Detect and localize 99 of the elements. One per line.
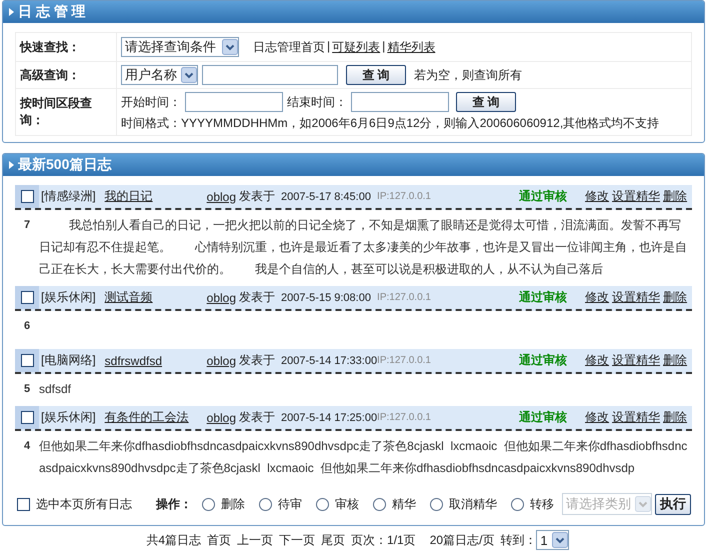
- log-title-link[interactable]: 有条件的工会法: [104, 410, 189, 424]
- radio-label: 转移: [530, 496, 554, 512]
- execute-button[interactable]: 执行: [655, 494, 691, 514]
- form-label: 快速查找：: [16, 32, 116, 62]
- log-number: 4: [22, 439, 32, 454]
- category-tag: [娱乐休闲]: [41, 289, 96, 306]
- pager-link[interactable]: 上一页: [237, 532, 274, 548]
- page-info: 页次：1/1页: [351, 532, 416, 548]
- status-label: 通过审核: [519, 289, 568, 306]
- pager-link[interactable]: 下一页: [279, 532, 316, 548]
- field-label: 开始时间：: [121, 94, 181, 110]
- action-link[interactable]: 删除: [663, 352, 688, 369]
- action-link[interactable]: 设置精华: [612, 188, 660, 205]
- radio-label: 删除: [221, 496, 245, 512]
- status-label: 通过审核: [519, 409, 568, 426]
- status-label: 通过审核: [519, 352, 568, 369]
- checkbox[interactable]: [20, 190, 34, 203]
- pager-link[interactable]: 首页: [207, 532, 232, 548]
- author-link[interactable]: oblog: [206, 354, 236, 368]
- action-link[interactable]: 修改: [585, 188, 610, 205]
- status-label: 通过审核: [519, 188, 568, 205]
- log-body-text: 我总怕别人看自己的日记，一把火把以前的日记全烧了，不知是烟熏了眼睛还是觉得太可惜，泪流满面。发誓不再写日记却有忍不住提起笔。 心情特别沉重，也许是最近看了太多凄美的少年故事，也许是又冒出一位诽闻主角，也许是自己正在长大，长大需要付出代价的。 我是个自信的人，甚至可以说是积极进取的人，从不认为自己落后: [39, 217, 688, 278]
- ip-address: IP:127.0.0.1: [377, 191, 432, 202]
- query-select[interactable]: 请选择查询条件: [121, 37, 239, 57]
- posted-label: 发表于: [239, 289, 276, 306]
- radio-button[interactable]: [259, 498, 272, 510]
- separator: |: [327, 38, 330, 54]
- page-select[interactable]: 1: [536, 530, 569, 550]
- action-link[interactable]: 修改: [585, 352, 610, 369]
- posted-label: 发表于: [239, 352, 276, 369]
- triangle-icon: [9, 8, 14, 16]
- log-number: 5: [22, 382, 32, 397]
- search-button[interactable]: 查 询: [346, 65, 406, 85]
- log-number: 7: [22, 218, 32, 233]
- form-label: 按时间区段查询：: [16, 88, 116, 136]
- start-time-field[interactable]: [185, 92, 283, 112]
- radio-label: 精华: [392, 496, 416, 512]
- log-body-text: sdfsdf: [39, 381, 72, 398]
- nav-link[interactable]: 可疑列表: [332, 38, 380, 56]
- checkbox[interactable]: [20, 291, 34, 304]
- panel-title: 日 志 管 理: [18, 3, 86, 21]
- radio-label: 待审: [278, 496, 302, 512]
- ip-address: IP:127.0.0.1: [377, 292, 432, 303]
- checkbox[interactable]: [20, 411, 34, 424]
- select-all-checkbox[interactable]: [17, 498, 30, 510]
- action-link[interactable]: 设置精华: [612, 409, 660, 426]
- nav-text[interactable]: 日志管理首页: [253, 38, 325, 56]
- post-time: 2007-5-14 17:25:00: [281, 412, 378, 424]
- log-title-link[interactable]: 我的日记: [104, 189, 153, 203]
- triangle-icon: [9, 161, 14, 169]
- log-title-link[interactable]: sdfrswdfsd: [104, 354, 162, 368]
- separator: |: [382, 38, 386, 54]
- checkbox-label: 选中本页所有日志: [36, 496, 132, 512]
- form-label: 高级查询：: [16, 62, 116, 88]
- category-tag: [电脑网络]: [41, 352, 96, 369]
- author-link[interactable]: oblog: [206, 410, 236, 424]
- action-link[interactable]: 删除: [663, 289, 688, 306]
- radio-button[interactable]: [316, 498, 329, 510]
- operation-label: 操作：: [156, 496, 192, 512]
- posted-label: 发表于: [239, 409, 276, 426]
- action-link[interactable]: 删除: [663, 188, 688, 205]
- post-time: 2007-5-15 9:08:00: [281, 292, 372, 304]
- action-link[interactable]: 修改: [585, 289, 610, 306]
- goto-label: 转到：: [500, 532, 536, 548]
- post-time: 2007-5-14 17:33:00: [281, 354, 378, 366]
- format-note: 时间格式：YYYYMMDDHHMm，如2006年6月6日9点12分，则输入200606060912,其他格式均不支持: [121, 115, 660, 132]
- log-number: 6: [22, 319, 32, 334]
- nav-link[interactable]: 精华列表: [387, 38, 436, 56]
- log-body-text: 但他如果二年来你dfhasdiobfhsdncasdpaicxkvns890dhvsdpc走了茶色8cjaskl lxcmaoic 但他如果二年来你dfhasdiobfhsdncasdpaicxkvns890dhvsdpc走了茶色8cjaskl lxcmaoic 但他如果二年来你dfhasdiobfhsdncasdpaicxkvns890dhvsdp: [39, 438, 688, 477]
- radio-button[interactable]: [373, 498, 386, 510]
- field-label: 结束时间：: [287, 94, 347, 110]
- total-count: 共4篇日志: [146, 532, 202, 548]
- post-time: 2007-5-17 8:45:00: [281, 190, 372, 202]
- category-tag: [娱乐休闲]: [41, 409, 96, 426]
- action-link[interactable]: 修改: [585, 409, 610, 426]
- ip-address: IP:127.0.0.1: [377, 412, 432, 423]
- radio-button[interactable]: [430, 498, 443, 510]
- ip-address: IP:127.0.0.1: [377, 355, 432, 366]
- action-link[interactable]: 设置精华: [612, 289, 660, 306]
- radio-button[interactable]: [511, 498, 524, 510]
- action-link[interactable]: 删除: [663, 409, 688, 426]
- radio-button[interactable]: [202, 498, 215, 510]
- category-tag: [情感绿洲]: [41, 188, 96, 205]
- end-time-field[interactable]: [351, 92, 449, 112]
- hint-text: 若为空，则查询所有: [414, 66, 522, 84]
- search-button[interactable]: 查 询: [456, 92, 516, 112]
- panel-title: 最新500篇日志: [18, 156, 112, 174]
- checkbox[interactable]: [20, 354, 34, 367]
- author-link[interactable]: oblog: [206, 290, 236, 304]
- per-page-text: 20篇日志/页: [430, 532, 494, 548]
- search-field[interactable]: [202, 65, 338, 85]
- author-link[interactable]: oblog: [206, 190, 236, 204]
- radio-label: 审核: [335, 496, 359, 512]
- log-title-link[interactable]: 测试音频: [104, 290, 153, 304]
- radio-label: 取消精华: [449, 496, 497, 512]
- pager-link[interactable]: 尾页: [321, 532, 346, 548]
- posted-label: 发表于: [239, 188, 276, 205]
- action-link[interactable]: 设置精华: [612, 352, 660, 369]
- field-select[interactable]: 用户名称: [121, 65, 198, 85]
